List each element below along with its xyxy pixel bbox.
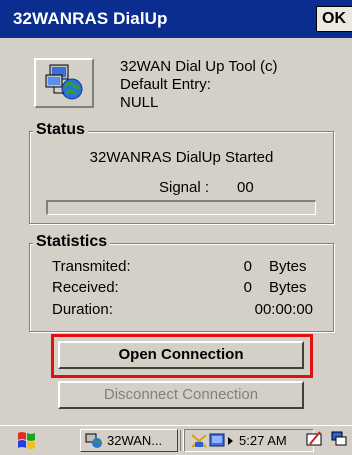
default-entry-label: Default Entry: — [120, 76, 211, 93]
tool-info: 32WAN Dial Up Tool (c) Default Entry: NU… — [120, 58, 340, 112]
tool-name: 32WAN Dial Up Tool (c) — [120, 58, 278, 75]
network-computer-icon — [34, 58, 94, 108]
stat-row-duration: Duration: 00:00:00 — [52, 301, 321, 319]
arrow-right-icon — [228, 437, 233, 445]
system-tray: 5:27 AM — [184, 429, 314, 452]
signal-label: Signal : — [159, 179, 210, 196]
windows-flag-icon — [18, 432, 35, 449]
disconnect-connection-button[interactable]: Disconnect Connection — [58, 381, 304, 409]
window-title: 32WANRAS DialUp — [13, 9, 168, 28]
network-disconnected-icon[interactable] — [189, 432, 209, 450]
stat-value: 0 — [243, 258, 252, 275]
taskbar-app-label: 32WAN... — [107, 433, 163, 448]
signal-value: 00 — [237, 179, 254, 196]
stat-unit: Bytes — [269, 258, 307, 275]
statistics-group-label: Statistics — [33, 233, 111, 251]
status-group: Status 32WANRAS DialUp Started Signal : … — [29, 121, 334, 224]
title-bar: 32WANRAS DialUp OK — [0, 0, 352, 38]
stat-row-transmitted: Transmited: 0 Bytes — [52, 258, 321, 276]
status-group-label: Status — [33, 121, 88, 139]
input-panel-icon[interactable] — [306, 430, 324, 448]
signal-progress-bar — [46, 200, 316, 215]
taskbar-app-button[interactable]: 32WAN... — [80, 429, 178, 452]
desktop-icon[interactable] — [330, 430, 348, 448]
network-app-icon — [85, 433, 102, 448]
stat-label: Duration: — [52, 301, 113, 318]
ok-button[interactable]: OK — [316, 6, 352, 32]
start-button[interactable] — [14, 430, 38, 455]
taskbar: 32WAN... 5:27 AM — [0, 425, 352, 455]
statistics-group: Statistics Transmited: 0 Bytes Received:… — [29, 233, 334, 332]
stat-label: Received: — [52, 279, 119, 296]
connection-icon[interactable] — [209, 432, 227, 450]
status-message: 32WANRAS DialUp Started — [89, 149, 274, 166]
stat-value: 0 — [243, 279, 252, 296]
stat-row-received: Received: 0 Bytes — [52, 279, 321, 297]
clock[interactable]: 5:27 AM — [239, 433, 287, 448]
stat-label: Transmited: — [52, 258, 131, 275]
stat-unit: Bytes — [269, 279, 307, 296]
default-entry-value: NULL — [120, 94, 159, 111]
stat-duration-value: 00:00:00 — [254, 301, 313, 318]
open-connection-button[interactable]: Open Connection — [58, 341, 304, 369]
